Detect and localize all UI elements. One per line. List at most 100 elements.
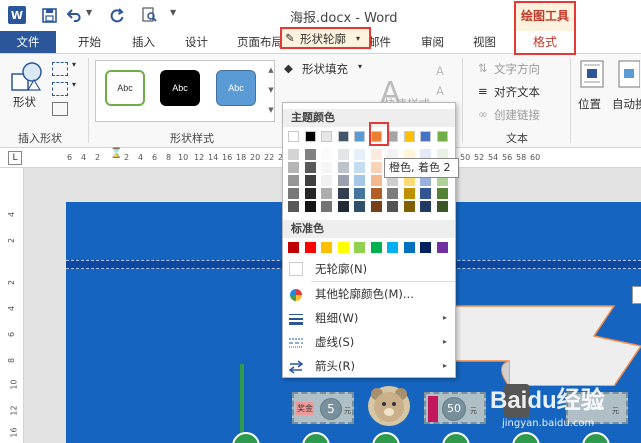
create-link-icon[interactable]: ∞ bbox=[478, 107, 488, 121]
shapes-button[interactable]: 形状 bbox=[13, 94, 36, 110]
shape-fill-button[interactable]: 形状填充 bbox=[302, 61, 348, 77]
dashes-item[interactable]: 虚线(S) ▸ bbox=[283, 331, 455, 353]
theme-color-shade-swatch[interactable] bbox=[354, 149, 365, 160]
tab-design[interactable]: 设计 bbox=[185, 31, 208, 53]
wrap-text-button[interactable]: 自动换 bbox=[612, 96, 641, 112]
theme-color-shade-swatch[interactable] bbox=[337, 175, 349, 186]
standard-color-swatch[interactable] bbox=[304, 242, 316, 253]
align-text-icon[interactable]: ≡ bbox=[478, 84, 488, 98]
theme-color-shade-swatch[interactable] bbox=[370, 162, 382, 173]
theme-color-shade-swatch[interactable] bbox=[370, 188, 382, 199]
standard-color-swatch[interactable] bbox=[387, 242, 398, 253]
theme-color-shade-swatch[interactable] bbox=[387, 188, 398, 199]
indent-marker-icon[interactable]: ⌛ bbox=[110, 148, 122, 159]
shape-style-swatch-white[interactable]: Abc bbox=[105, 70, 145, 106]
theme-color-shade-swatch[interactable] bbox=[321, 188, 332, 199]
standard-color-swatch[interactable] bbox=[288, 242, 299, 253]
standard-color-swatch[interactable] bbox=[321, 242, 332, 253]
theme-color-shade-swatch[interactable] bbox=[403, 201, 415, 212]
arrows-item[interactable]: 箭头(R) ▸ bbox=[283, 355, 455, 377]
tab-review[interactable]: 审阅 bbox=[421, 31, 444, 53]
standard-color-swatch[interactable] bbox=[420, 242, 431, 253]
position-button[interactable]: 位置 bbox=[578, 96, 601, 112]
shape-style-swatch-blue[interactable]: Abc bbox=[216, 70, 256, 106]
wrap-text-icon[interactable] bbox=[618, 60, 641, 91]
shape-outline-button[interactable]: ✎ 形状轮廓 ▾ bbox=[280, 27, 371, 49]
theme-color-shade-swatch[interactable] bbox=[354, 201, 365, 212]
theme-color-shade-swatch[interactable] bbox=[436, 201, 448, 212]
theme-color-shade-swatch[interactable] bbox=[288, 149, 299, 160]
theme-color-shade-swatch[interactable] bbox=[436, 188, 448, 199]
tab-mailings[interactable]: 邮件 bbox=[368, 31, 391, 53]
theme-color-shade-swatch[interactable] bbox=[288, 188, 299, 199]
standard-color-swatch[interactable] bbox=[436, 242, 448, 253]
theme-color-swatch[interactable] bbox=[304, 131, 316, 142]
position-icon[interactable] bbox=[580, 60, 604, 91]
theme-color-shade-swatch[interactable] bbox=[420, 201, 431, 212]
coupon-ticket[interactable]: 奖金 5 元 bbox=[292, 392, 354, 424]
standard-color-swatch[interactable] bbox=[403, 242, 415, 253]
theme-color-shade-swatch[interactable] bbox=[337, 201, 349, 212]
theme-color-shade-swatch[interactable] bbox=[337, 188, 349, 199]
theme-color-swatch[interactable] bbox=[354, 131, 365, 142]
theme-color-shade-swatch[interactable] bbox=[354, 162, 365, 173]
text-direction-icon[interactable]: ⇅ bbox=[478, 61, 488, 75]
shape-style-swatch-black[interactable]: Abc bbox=[160, 70, 200, 106]
theme-color-shade-swatch[interactable] bbox=[370, 149, 382, 160]
tab-view[interactable]: 视图 bbox=[473, 31, 496, 53]
undo-dropdown-icon[interactable]: ▼ bbox=[86, 8, 92, 17]
tab-page-layout[interactable]: 页面布局 bbox=[237, 31, 283, 53]
theme-color-shade-swatch[interactable] bbox=[304, 201, 316, 212]
coupon-ticket[interactable]: 50 元 bbox=[424, 392, 486, 424]
theme-color-shade-swatch[interactable] bbox=[321, 149, 332, 160]
standard-color-swatch[interactable] bbox=[337, 242, 349, 253]
text-box-icon[interactable] bbox=[52, 82, 68, 96]
theme-color-swatch[interactable] bbox=[420, 131, 431, 142]
theme-color-shade-swatch[interactable] bbox=[337, 149, 349, 160]
text-direction-button[interactable]: 文字方向 bbox=[494, 61, 540, 77]
text-outline-icon[interactable]: A bbox=[436, 84, 444, 98]
standard-color-swatch[interactable] bbox=[370, 242, 382, 253]
theme-color-swatch[interactable] bbox=[436, 131, 448, 142]
theme-color-shade-swatch[interactable] bbox=[403, 188, 415, 199]
tab-home[interactable]: 开始 bbox=[78, 31, 101, 53]
theme-color-shade-swatch[interactable] bbox=[288, 162, 299, 173]
save-icon[interactable] bbox=[40, 6, 58, 24]
theme-color-swatch[interactable] bbox=[337, 131, 349, 142]
theme-color-shade-swatch[interactable] bbox=[354, 175, 365, 186]
theme-color-shade-swatch[interactable] bbox=[321, 175, 332, 186]
theme-color-shade-swatch[interactable] bbox=[321, 162, 332, 173]
theme-color-swatch[interactable] bbox=[403, 131, 415, 142]
draw-shape-icon[interactable] bbox=[52, 102, 68, 116]
customize-qat-icon[interactable]: ▼ bbox=[170, 8, 176, 17]
tab-file[interactable]: 文件 bbox=[0, 31, 56, 53]
align-text-button[interactable]: 对齐文本 bbox=[494, 84, 540, 100]
theme-color-shade-swatch[interactable] bbox=[288, 175, 299, 186]
theme-color-shade-swatch[interactable] bbox=[304, 175, 316, 186]
theme-color-shade-swatch[interactable] bbox=[370, 201, 382, 212]
create-link-button[interactable]: 创建链接 bbox=[494, 107, 540, 123]
theme-color-shade-swatch[interactable] bbox=[420, 188, 431, 199]
theme-color-shade-swatch[interactable] bbox=[288, 201, 299, 212]
tab-insert[interactable]: 插入 bbox=[132, 31, 155, 53]
theme-color-swatch[interactable] bbox=[288, 131, 299, 142]
theme-color-shade-swatch[interactable] bbox=[321, 201, 332, 212]
text-box-dropdown-icon[interactable]: ▾ bbox=[72, 80, 76, 89]
weight-item[interactable]: 粗细(W) ▸ bbox=[283, 307, 455, 329]
edit-shape-dropdown-icon[interactable]: ▾ bbox=[72, 60, 76, 69]
theme-color-shade-swatch[interactable] bbox=[304, 188, 316, 199]
shapes-icon[interactable] bbox=[10, 60, 46, 94]
theme-color-shade-swatch[interactable] bbox=[304, 149, 316, 160]
redo-icon[interactable] bbox=[108, 6, 126, 24]
layout-options-icon[interactable] bbox=[632, 286, 641, 304]
standard-color-swatch[interactable] bbox=[354, 242, 365, 253]
shape-fill-dropdown-icon[interactable]: ▾ bbox=[358, 62, 362, 71]
tab-format[interactable]: 格式 bbox=[516, 31, 574, 53]
edit-shape-icon[interactable] bbox=[52, 62, 68, 76]
theme-color-shade-swatch[interactable] bbox=[387, 201, 398, 212]
theme-color-shade-swatch[interactable] bbox=[354, 188, 365, 199]
more-outline-colors-item[interactable]: 其他轮廓颜色(M)... bbox=[283, 283, 455, 305]
word-app-icon[interactable]: W bbox=[8, 6, 26, 24]
print-preview-icon[interactable] bbox=[140, 6, 158, 24]
shape-fill-icon[interactable]: ◆ bbox=[284, 61, 293, 75]
